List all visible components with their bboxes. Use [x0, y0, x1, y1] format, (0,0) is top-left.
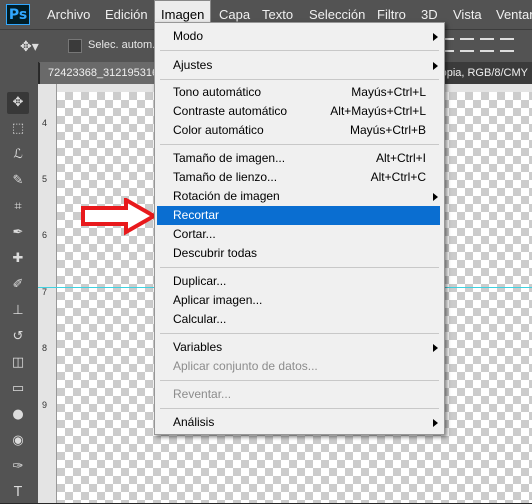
menu-separator: [160, 144, 439, 145]
menu-item-label: Duplicar...: [173, 274, 227, 288]
menu-item-aplicar-imagen[interactable]: Aplicar imagen...: [155, 291, 444, 310]
menu-edicion[interactable]: Edición: [105, 0, 148, 29]
menu-item-label: Análisis: [173, 415, 215, 429]
menu-separator: [160, 267, 439, 268]
shortcut-label: Alt+Mayús+Ctrl+L: [330, 104, 426, 118]
ruler-tick: 8: [42, 343, 48, 353]
menu-item-descubrir-todas[interactable]: Descubrir todas: [155, 244, 444, 263]
menu-item-modo[interactable]: Modo: [155, 27, 444, 46]
menu-item-rotacion-imagen[interactable]: Rotación de imagen: [155, 187, 444, 206]
menu-item-cortar[interactable]: Cortar...: [155, 225, 444, 244]
marquee-icon[interactable]: ⬚: [7, 118, 29, 140]
tools-panel: ✥ ⬚ ℒ ✎ ⌗ ✒ ✚ ✐ ⊥ ↺ ◫ ▭ ● ◉ ✑ T: [0, 62, 39, 503]
menu-item-label: Ajustes: [173, 58, 213, 72]
pen-icon[interactable]: ✑: [7, 456, 29, 478]
menu-item-ajustes[interactable]: Ajustes: [155, 56, 444, 75]
menu-item-label: Reventar...: [173, 387, 232, 401]
menu-item-tamano-lienzo[interactable]: Tamaño de lienzo... Alt+Ctrl+C: [155, 168, 444, 187]
menu-item-recortar[interactable]: Recortar: [157, 206, 440, 225]
auto-select-label: Selec. autom.:: [88, 39, 159, 51]
menu-separator: [160, 79, 439, 80]
submenu-arrow-icon: [433, 62, 438, 70]
stamp-icon[interactable]: ⊥: [7, 300, 29, 322]
submenu-arrow-icon: [433, 193, 438, 201]
menu-separator: [160, 408, 439, 409]
eraser-icon[interactable]: ◫: [7, 352, 29, 374]
align-vcenter-icon[interactable]: [460, 38, 474, 52]
menu-separator: [160, 50, 439, 51]
menu-item-contraste-automatico[interactable]: Contraste automático Alt+Mayús+Ctrl+L: [155, 102, 444, 121]
healing-icon[interactable]: ✚: [7, 248, 29, 270]
menu-item-variables[interactable]: Variables: [155, 338, 444, 357]
ruler-tick: 5: [42, 174, 48, 184]
document-mode: opia, RGB/8/CMY: [440, 67, 528, 79]
photoshop-logo: Ps: [6, 4, 30, 25]
vertical-ruler: 4 5 6 7 8 9: [38, 84, 57, 503]
shortcut-label: Mayús+Ctrl+L: [351, 85, 426, 99]
brush-icon[interactable]: ✐: [7, 274, 29, 296]
gradient-icon[interactable]: ▭: [7, 378, 29, 400]
move-tool-icon[interactable]: ✥: [7, 92, 29, 114]
menu-item-label: Recortar: [173, 208, 220, 222]
shortcut-label: Mayús+Ctrl+B: [349, 123, 426, 137]
menu-archivo[interactable]: Archivo: [47, 0, 90, 29]
blur-icon[interactable]: ●: [7, 404, 29, 426]
move-tool-preset-icon[interactable]: ✥▾: [20, 38, 39, 55]
menu-separator: [160, 380, 439, 381]
menu-item-label: Tono automático: [173, 85, 262, 99]
menu-item-label: Descubrir todas: [173, 246, 258, 260]
menu-item-label: Calcular...: [173, 312, 227, 326]
eyedropper-icon[interactable]: ✒: [7, 222, 29, 244]
submenu-arrow-icon: [433, 344, 438, 352]
menu-ventana[interactable]: Ventan: [496, 0, 532, 29]
menu-item-label: Tamaño de lienzo...: [173, 170, 278, 184]
menu-item-label: Color automático: [173, 123, 264, 137]
menu-item-label: Aplicar imagen...: [173, 293, 263, 307]
red-arrow-annotation: [81, 198, 158, 236]
align-left-icon[interactable]: [500, 38, 514, 52]
menu-item-label: Rotación de imagen: [173, 189, 280, 203]
menu-item-tamano-imagen[interactable]: Tamaño de imagen... Alt+Ctrl+I: [155, 149, 444, 168]
menu-item-label: Aplicar conjunto de datos...: [173, 359, 318, 373]
shortcut-label: Alt+Ctrl+C: [370, 170, 426, 184]
ruler-tick: 4: [42, 118, 48, 128]
menu-separator: [160, 333, 439, 334]
menu-item-label: Cortar...: [173, 227, 216, 241]
ruler-tick: 7: [42, 287, 48, 297]
menu-item-label: Tamaño de imagen...: [173, 151, 286, 165]
menu-vista[interactable]: Vista: [453, 0, 482, 29]
menu-item-duplicar[interactable]: Duplicar...: [155, 272, 444, 291]
menu-item-color-automatico[interactable]: Color automático Mayús+Ctrl+B: [155, 121, 444, 140]
submenu-arrow-icon: [433, 33, 438, 41]
menu-item-calcular[interactable]: Calcular...: [155, 310, 444, 329]
menu-item-aplicar-conjunto-datos: Aplicar conjunto de datos...: [155, 357, 444, 376]
ruler-tick: 9: [42, 400, 48, 410]
ruler-tick: 6: [42, 230, 48, 240]
align-buttons: [440, 38, 520, 55]
align-bottom-icon[interactable]: [480, 38, 494, 52]
menu-item-label: Modo: [173, 29, 204, 43]
quick-select-icon[interactable]: ✎: [7, 170, 29, 192]
menu-item-label: Variables: [173, 340, 223, 354]
dodge-icon[interactable]: ◉: [7, 430, 29, 452]
submenu-arrow-icon: [433, 419, 438, 427]
menu-item-reventar: Reventar...: [155, 385, 444, 404]
menu-item-label: Contraste automático: [173, 104, 288, 118]
shortcut-label: Alt+Ctrl+I: [375, 151, 426, 165]
lasso-icon[interactable]: ℒ: [7, 144, 29, 166]
auto-select-checkbox[interactable]: [68, 39, 82, 53]
menu-item-analisis[interactable]: Análisis: [155, 413, 444, 432]
history-brush-icon[interactable]: ↺: [7, 326, 29, 348]
menu-item-tono-automatico[interactable]: Tono automático Mayús+Ctrl+L: [155, 83, 444, 102]
imagen-dropdown-menu: Modo Ajustes Tono automático Mayús+Ctrl+…: [154, 22, 445, 435]
crop-icon[interactable]: ⌗: [7, 196, 29, 218]
type-icon[interactable]: T: [7, 482, 29, 504]
